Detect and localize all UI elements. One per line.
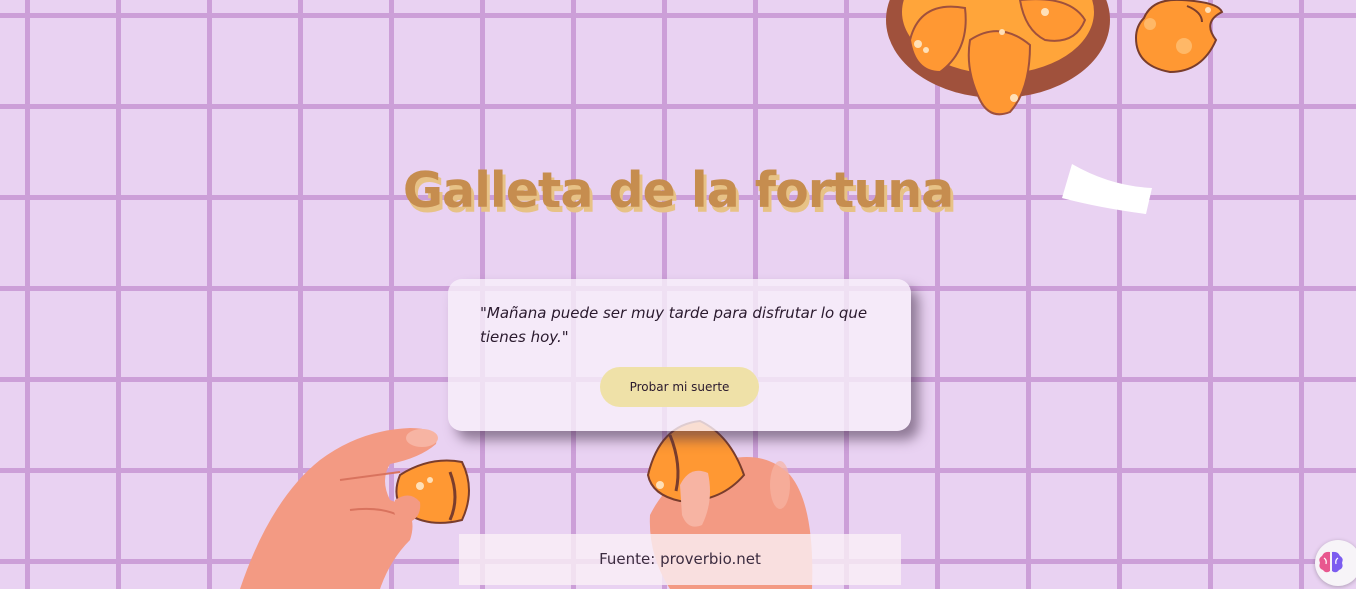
fortune-quote: "Mañana puede ser muy tarde para disfrut… — [480, 304, 868, 346]
extension-badge[interactable] — [1315, 540, 1356, 586]
fortune-cookie-illustration — [1134, 0, 1224, 74]
left-hand-illustration — [240, 428, 470, 589]
cookie-bowl-illustration — [886, 0, 1110, 116]
page-title: Galleta de la fortuna — [402, 162, 954, 219]
brain-icon — [1319, 551, 1343, 573]
fortune-card: "Mañana puede ser muy tarde para disfrut… — [448, 279, 911, 431]
try-luck-button[interactable]: Probar mi suerte — [600, 367, 759, 407]
source-credit: Fuente: proverbio.net — [459, 534, 901, 585]
